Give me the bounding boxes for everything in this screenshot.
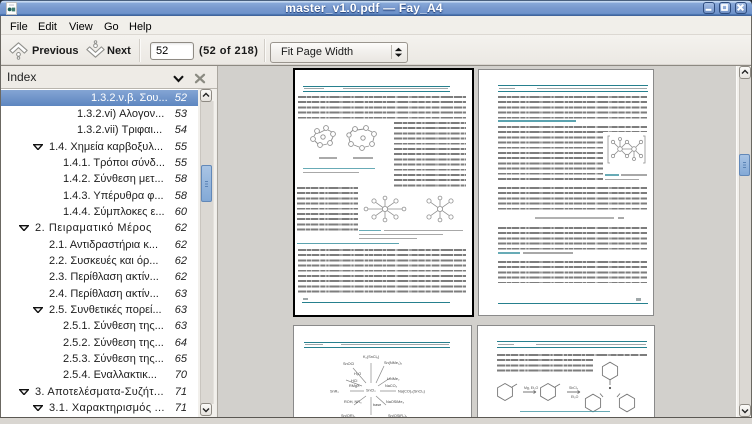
svg-text:K₂(SnCl₅): K₂(SnCl₅) [363, 355, 380, 359]
svg-text:base: base [373, 403, 381, 407]
svg-text:SbCl₃: SbCl₃ [569, 386, 579, 390]
svg-text:LiNMe₂: LiNMe₂ [387, 377, 400, 381]
svg-text:SnR₂: SnR₂ [330, 390, 339, 394]
svg-text:H₂O: H₂O [354, 372, 361, 376]
svg-text:Et₂O: Et₂O [571, 395, 579, 399]
svg-text:ROH, NR₃: ROH, NR₃ [344, 400, 362, 404]
svg-text:Na(CO)₂(SnCl₃): Na(CO)₂(SnCl₃) [398, 390, 426, 394]
svg-text:NaOSiMe₃: NaOSiMe₃ [386, 400, 404, 404]
svg-text:HCl: HCl [351, 379, 357, 383]
svg-text:NaCO₃: NaCO₃ [385, 384, 398, 388]
svg-text:SnCl₂: SnCl₂ [366, 389, 376, 393]
svg-text:Sn(NMe₂)₂: Sn(NMe₂)₂ [384, 361, 403, 365]
svg-text:Mg, Et₂O: Mg, Et₂O [524, 386, 538, 390]
svg-text:RMgX: RMgX [349, 384, 360, 388]
svg-text:SnOCl: SnOCl [343, 362, 354, 366]
